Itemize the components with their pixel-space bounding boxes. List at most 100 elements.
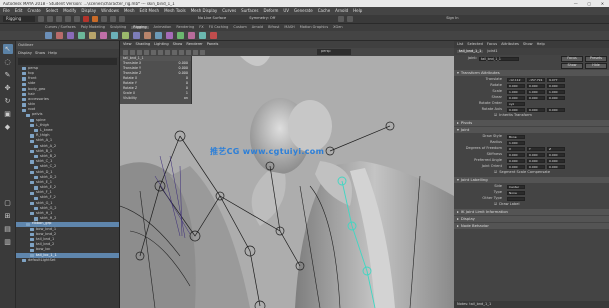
checkbox-icon[interactable]: ☑ xyxy=(494,203,497,207)
outliner-row[interactable]: defaultLightSet xyxy=(16,258,119,263)
graph-layout-icon[interactable]: ▥ xyxy=(3,237,13,247)
channel-value[interactable]: 0 xyxy=(168,76,188,80)
attribute-value-field[interactable]: 0.000 xyxy=(547,152,565,158)
textured-icon[interactable] xyxy=(165,49,170,55)
menu-item-edit[interactable]: Edit xyxy=(15,9,23,13)
outliner-search-input[interactable] xyxy=(18,58,117,65)
wireframe-icon[interactable] xyxy=(151,49,156,55)
ipr-render-icon[interactable] xyxy=(347,16,354,22)
last-tool-icon[interactable]: ◆ xyxy=(3,122,13,132)
viewport-panel[interactable]: View Shading Lighting Show Renderer Panels pe… xyxy=(120,41,454,308)
attribute-value-field[interactable]: 0.000 xyxy=(547,95,565,101)
shelf-tab-poly-modeling[interactable]: Poly Modeling xyxy=(81,25,105,30)
node-tab-2[interactable]: joint1 xyxy=(487,49,497,54)
attribute-value-field[interactable]: 1.000 xyxy=(507,89,525,95)
mirror-joint-icon[interactable] xyxy=(67,32,74,39)
attribute-value-field[interactable]: 0.000 xyxy=(507,107,525,113)
curve-icon[interactable] xyxy=(199,32,206,39)
close-icon[interactable]: ✕ xyxy=(601,1,604,6)
ae-section-header[interactable]: ▾ Joint xyxy=(454,127,609,133)
bind-skin-icon[interactable] xyxy=(89,32,96,39)
xray-icon[interactable] xyxy=(186,49,191,55)
render-icon[interactable] xyxy=(338,16,345,22)
paint-weights-icon[interactable] xyxy=(100,32,107,39)
maximize-icon[interactable]: ▢ xyxy=(587,1,591,6)
menu-item-uv[interactable]: UV xyxy=(283,9,289,13)
ae-menu-focus[interactable]: Focus xyxy=(487,42,497,47)
shelf-tab-custom[interactable]: Custom xyxy=(233,25,246,30)
scale-tool-icon[interactable]: ▣ xyxy=(3,109,13,119)
menu-item-cache[interactable]: Cache xyxy=(318,9,330,13)
shelf-tab-rigging[interactable]: Rigging xyxy=(131,25,149,30)
ik-handle-icon[interactable] xyxy=(56,32,63,39)
image-plane-icon[interactable] xyxy=(137,49,142,55)
menu-item-modify[interactable]: Modify xyxy=(63,9,76,13)
menu-item-deform[interactable]: Deform xyxy=(263,9,278,13)
cluster-icon[interactable] xyxy=(111,32,118,39)
xray-joints-icon[interactable] xyxy=(193,49,198,55)
attribute-value-field[interactable]: xyz xyxy=(507,101,525,107)
attribute-value-field[interactable]: 1.000 xyxy=(507,140,525,146)
attribute-value-field[interactable]: X xyxy=(507,146,525,152)
sign-in-button[interactable]: Sign In xyxy=(446,17,458,21)
ae-notes[interactable]: Notes: tail_bnd_1_1 xyxy=(454,301,609,308)
attribute-value-field[interactable]: 1.000 xyxy=(527,89,545,95)
ae-menu-attributes[interactable]: Attributes xyxy=(501,42,519,47)
section-toggle-icon[interactable]: ▸ xyxy=(457,210,459,214)
outliner-menu-help[interactable]: Help xyxy=(48,51,57,55)
attribute-value-field[interactable]: 0.000 xyxy=(507,95,525,101)
attribute-value-field[interactable] xyxy=(507,196,525,202)
viewport-menu-shading[interactable]: Shading xyxy=(136,42,151,47)
wrap-icon[interactable] xyxy=(144,32,151,39)
channel-value[interactable]: 0.000 xyxy=(168,61,188,65)
presets-button[interactable]: Presets xyxy=(585,56,607,62)
shelf-tab-sculpting[interactable]: Sculpting xyxy=(110,25,126,30)
checkbox-icon[interactable]: ☑ xyxy=(494,114,497,118)
menu-item-edit-mesh[interactable]: Edit Mesh xyxy=(140,9,160,13)
attribute-value-field[interactable]: Center xyxy=(507,184,525,190)
locator-icon[interactable] xyxy=(188,32,195,39)
menu-item-create[interactable]: Create xyxy=(27,9,40,13)
focus-button[interactable]: Focus xyxy=(561,56,583,62)
menu-item-windows[interactable]: Windows xyxy=(101,9,119,13)
attribute-value-field[interactable]: -157.791 xyxy=(527,77,545,83)
viewport-menu-lighting[interactable]: Lighting xyxy=(154,42,169,47)
viewport-menu-view[interactable]: View xyxy=(123,42,132,47)
ae-menu-show[interactable]: Show xyxy=(523,42,533,47)
attribute-value-field[interactable]: 1.000 xyxy=(547,89,565,95)
single-view-icon[interactable]: ▢ xyxy=(3,198,13,208)
channel-value[interactable]: 0.000 xyxy=(168,66,188,70)
node-name-field[interactable]: tail_bnd_1_1 xyxy=(479,56,519,62)
attribute-value-field[interactable]: 0.000 xyxy=(527,164,545,170)
channel-value[interactable]: 1 xyxy=(168,91,188,95)
shelf-tab-curves-surfaces[interactable]: Curves / Surfaces xyxy=(45,25,76,30)
viewport-menu-renderer[interactable]: Renderer xyxy=(186,42,202,47)
shelf-tab-fx-caching[interactable]: FX Caching xyxy=(209,25,229,30)
menu-item-mesh-tools[interactable]: Mesh Tools xyxy=(164,9,186,13)
shelf-tab-motion-graphics[interactable]: Motion Graphics xyxy=(300,25,328,30)
menu-item-display[interactable]: Display xyxy=(81,9,96,13)
blendshape-icon[interactable] xyxy=(133,32,140,39)
section-toggle-icon[interactable]: ▾ xyxy=(457,128,459,132)
section-toggle-icon[interactable]: ▸ xyxy=(457,121,459,125)
attribute-value-field[interactable]: 0.000 xyxy=(527,83,545,89)
ae-menu-selected[interactable]: Selected xyxy=(467,42,483,47)
menu-set-select[interactable]: Rigging xyxy=(3,16,35,22)
viewport-menu-panels[interactable]: Panels xyxy=(207,42,219,47)
attribute-value-field[interactable]: Y xyxy=(527,146,545,152)
bookmark-icon[interactable] xyxy=(130,49,135,55)
lattice-icon[interactable] xyxy=(122,32,129,39)
menu-item-surfaces[interactable]: Surfaces xyxy=(241,9,258,13)
redo-icon[interactable] xyxy=(74,16,80,22)
constraint-parent-icon[interactable] xyxy=(177,32,184,39)
ae-section-header[interactable]: ▸ Pivots xyxy=(454,120,609,126)
shelf-tab-xgen[interactable]: XGen xyxy=(333,25,342,30)
rotate-tool-icon[interactable]: ↻ xyxy=(3,96,13,106)
channel-value[interactable]: 0.000 xyxy=(168,71,188,75)
attribute-value-field[interactable]: None xyxy=(507,190,525,196)
channel-value[interactable]: 0 xyxy=(168,86,188,90)
attribute-value-field[interactable]: 0.000 xyxy=(547,158,565,164)
isolate-icon[interactable] xyxy=(200,49,205,55)
attribute-value-field[interactable]: 0.000 xyxy=(507,152,525,158)
smooth-shade-icon[interactable] xyxy=(158,49,163,55)
